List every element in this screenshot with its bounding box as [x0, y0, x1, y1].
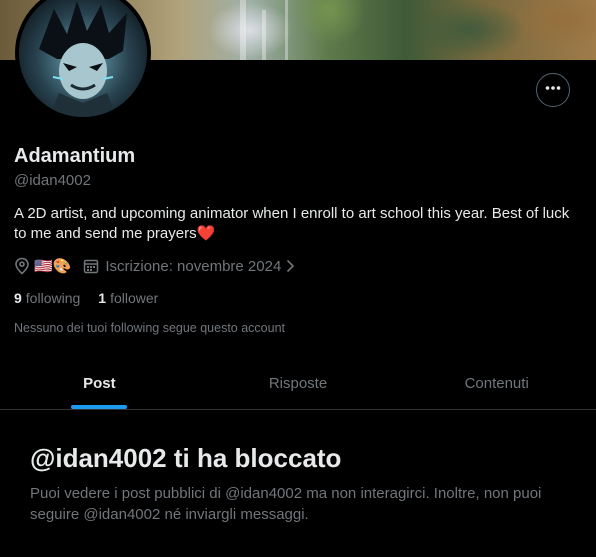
- more-options-button[interactable]: [536, 73, 570, 107]
- following-count: 9: [14, 290, 22, 306]
- more-icon: [544, 79, 562, 102]
- calendar-icon: [83, 258, 99, 274]
- tab-label: Contenuti: [464, 375, 529, 392]
- join-date-text: Iscrizione: novembre 2024: [105, 257, 282, 275]
- location-text: 🇺🇸🎨: [34, 258, 72, 275]
- profile-tabs: Post Risposte Contenuti: [0, 358, 596, 410]
- location-icon: [14, 257, 30, 275]
- tab-label: Post: [83, 375, 116, 392]
- follow-stats: 9 following 1 follower: [14, 290, 176, 306]
- tab-label: Risposte: [268, 375, 328, 392]
- following-link[interactable]: 9 following: [14, 290, 80, 306]
- followers-link[interactable]: 1 follower: [98, 290, 158, 306]
- tab-contenuti[interactable]: Contenuti: [397, 358, 596, 409]
- chevron-right-icon: [285, 259, 295, 273]
- blocked-message: Puoi vedere i post pubblici di @idan4002…: [30, 485, 542, 523]
- profile-handle: @idan4002: [14, 172, 91, 189]
- tab-post[interactable]: Post: [0, 358, 199, 409]
- followers-label: follower: [110, 290, 159, 306]
- active-tab-indicator: [71, 405, 128, 409]
- blocked-title: @idan4002 ti ha bloccato: [30, 443, 342, 473]
- profile-meta: 🇺🇸🎨 Iscrizione: novembre 2024: [14, 256, 295, 276]
- profile-avatar[interactable]: [15, 0, 151, 121]
- profile-bio: A 2D artist, and upcoming animator when …: [14, 205, 570, 242]
- followers-you-know-note: Nessuno dei tuoi following segue questo …: [14, 321, 286, 335]
- profile-name: Adamantium: [14, 145, 136, 167]
- tab-risposte[interactable]: Risposte: [199, 358, 398, 409]
- following-label: following: [25, 290, 81, 306]
- location: 🇺🇸🎨: [14, 257, 71, 275]
- join-date[interactable]: Iscrizione: novembre 2024: [83, 258, 295, 275]
- followers-count: 1: [98, 290, 107, 306]
